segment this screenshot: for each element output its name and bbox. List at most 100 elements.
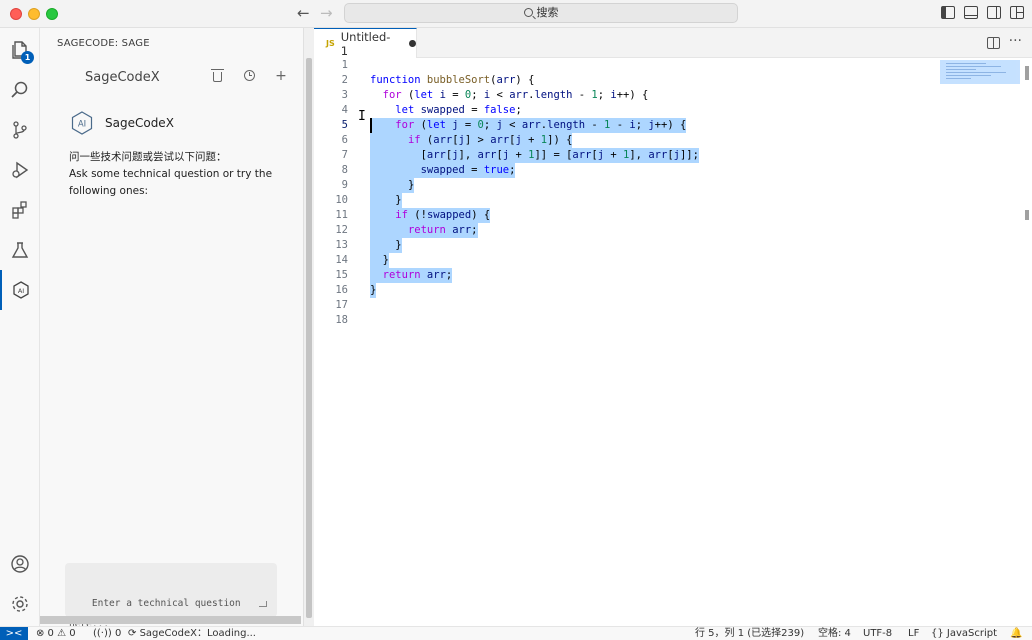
code-line[interactable]: 7 [arr[j], arr[j + 1]] = [arr[j + 1], ar…	[314, 148, 934, 163]
search-icon	[11, 81, 28, 98]
customize-layout-icon[interactable]	[1010, 6, 1024, 19]
line-number: 3	[341, 89, 348, 101]
tab-untitled-1[interactable]: JS Untitled-1	[314, 28, 417, 58]
encoding-status[interactable]: UTF-8	[863, 627, 892, 640]
chat-input[interactable]: Enter a technical question here...	[65, 563, 277, 630]
trash-icon	[210, 69, 224, 82]
line-code: let swapped = false;	[395, 104, 522, 116]
svg-text:AI: AI	[78, 120, 86, 130]
line-code: if (arr[j] > arr[j + 1]) {	[370, 133, 573, 148]
sync-icon: ⟳	[128, 628, 140, 639]
problems-status[interactable]: ⊗ 0 ⚠ 0	[36, 627, 76, 640]
manage-button[interactable]	[0, 584, 40, 624]
ibeam-cursor-icon: I	[358, 109, 366, 124]
line-number: 17	[335, 299, 348, 311]
enter-icon[interactable]	[259, 601, 267, 607]
javascript-file-icon: JS	[326, 39, 335, 48]
sidebar-scrollbar[interactable]	[303, 28, 314, 626]
sidebar-horizontal-scrollbar[interactable]	[40, 616, 301, 624]
line-code: for (let i = 0; i < arr.length - 1; i++)…	[382, 89, 649, 101]
line-code: function bubbleSort(arr) {	[370, 74, 535, 86]
sidebar-scroll-thumb[interactable]	[306, 58, 312, 618]
search-icon	[523, 8, 533, 17]
code-line[interactable]: 18	[314, 313, 934, 328]
close-window-button[interactable]	[10, 8, 22, 20]
minimap[interactable]	[940, 60, 1020, 84]
code-line[interactable]: 8 swapped = true;	[314, 163, 934, 178]
cursor-position-status[interactable]: 行 5，列 1 (已选择239)	[695, 627, 804, 640]
code-editor[interactable]: 1 2 function bubbleSort(arr) { 3 for (let i…	[314, 58, 1032, 626]
line-number: 11	[335, 209, 348, 221]
code-line[interactable]: 10 }	[314, 193, 934, 208]
code-line[interactable]: 6 if (arr[j] > arr[j + 1]) {	[314, 133, 934, 148]
forward-arrow-icon[interactable]: →	[320, 4, 333, 22]
gear-icon	[12, 596, 28, 612]
eol-status[interactable]: LF	[908, 627, 919, 640]
minimize-window-button[interactable]	[28, 8, 40, 20]
code-line[interactable]: 14 }	[314, 253, 934, 268]
run-debug-button[interactable]	[0, 150, 40, 190]
maximize-window-button[interactable]	[46, 8, 58, 20]
code-line[interactable]: 9 }	[314, 178, 934, 193]
code-line[interactable]: 4 let swapped = false;	[314, 103, 934, 118]
clear-chat-button[interactable]	[210, 69, 224, 83]
search-view-button[interactable]	[0, 70, 40, 110]
notifications-bell-icon[interactable]: 🔔	[1010, 627, 1022, 640]
toggle-panel-icon[interactable]	[964, 6, 978, 19]
code-line[interactable]: 11 if (!swapped) {	[314, 208, 934, 223]
code-line[interactable]: 5 for (let j = 0; j < arr.length - 1 - i…	[314, 118, 934, 133]
layout-controls	[941, 6, 1024, 19]
indentation-status[interactable]: 空格: 4	[818, 627, 851, 640]
line-number: 15	[335, 269, 348, 281]
extensions-button[interactable]	[0, 190, 40, 230]
code-line[interactable]: 3 for (let i = 0; i < arr.length - 1; i+…	[314, 88, 934, 103]
braces-icon: {}	[931, 628, 947, 639]
code-line[interactable]: 17	[314, 298, 934, 313]
line-number: 18	[335, 314, 348, 326]
line-number: 8	[341, 164, 348, 176]
toggle-primary-sidebar-icon[interactable]	[941, 6, 955, 19]
command-center-search[interactable]: 搜索	[344, 3, 738, 23]
explorer-badge: 1	[21, 51, 34, 64]
more-actions-icon[interactable]: ···	[1009, 33, 1022, 49]
language-status[interactable]: {} JavaScript	[931, 627, 997, 640]
new-chat-button[interactable]: +	[274, 69, 288, 83]
code-line[interactable]: 15 return arr;	[314, 268, 934, 283]
line-number: 10	[335, 194, 348, 206]
explorer-button[interactable]: 1	[0, 30, 40, 70]
line-number: 7	[341, 149, 348, 161]
editor-scroll-thumb[interactable]	[1025, 66, 1029, 80]
split-editor-icon[interactable]	[987, 37, 1000, 49]
line-code: return arr;	[370, 268, 453, 283]
code-line[interactable]: 2 function bubbleSort(arr) {	[314, 73, 934, 88]
back-arrow-icon[interactable]: ←	[297, 4, 310, 22]
testing-button[interactable]	[0, 230, 40, 270]
accounts-button[interactable]	[0, 544, 40, 584]
line-code: }	[370, 193, 402, 208]
sagecode-button[interactable]: AI	[0, 270, 40, 310]
account-icon	[11, 555, 29, 573]
sagecode-ai-icon: AI	[71, 111, 93, 135]
line-number: 16	[335, 284, 348, 296]
line-code: }	[370, 283, 377, 298]
toggle-secondary-sidebar-icon[interactable]	[987, 6, 1001, 19]
line-number: 2	[341, 74, 348, 86]
bot-header: AI SageCodeX	[69, 110, 174, 136]
code-line[interactable]: 13 }	[314, 238, 934, 253]
editor-scrollbar[interactable]	[1022, 58, 1032, 626]
extension-status[interactable]: ⟳ SageCodeX：Loading...	[128, 627, 256, 640]
sagecode-ai-icon: AI	[13, 281, 29, 299]
intro-en: Ask some technical question or try the f…	[69, 168, 273, 197]
title-bar: ← → 搜索	[0, 0, 1032, 28]
code-line[interactable]: 16}	[314, 283, 934, 298]
text-cursor	[370, 118, 372, 133]
remote-indicator[interactable]: ><	[0, 627, 28, 640]
code-line[interactable]: 12 return arr;	[314, 223, 934, 238]
history-button[interactable]	[242, 69, 256, 83]
source-control-button[interactable]	[0, 110, 40, 150]
code-line[interactable]: 1	[314, 58, 934, 73]
ports-status[interactable]: ((·)) 0	[93, 627, 121, 640]
line-number: 4	[341, 104, 348, 116]
status-bar: >< ⊗ 0 ⚠ 0 ((·)) 0 ⟳ SageCodeX：Loading..…	[0, 626, 1032, 640]
unsaved-dot-icon[interactable]	[409, 40, 416, 47]
